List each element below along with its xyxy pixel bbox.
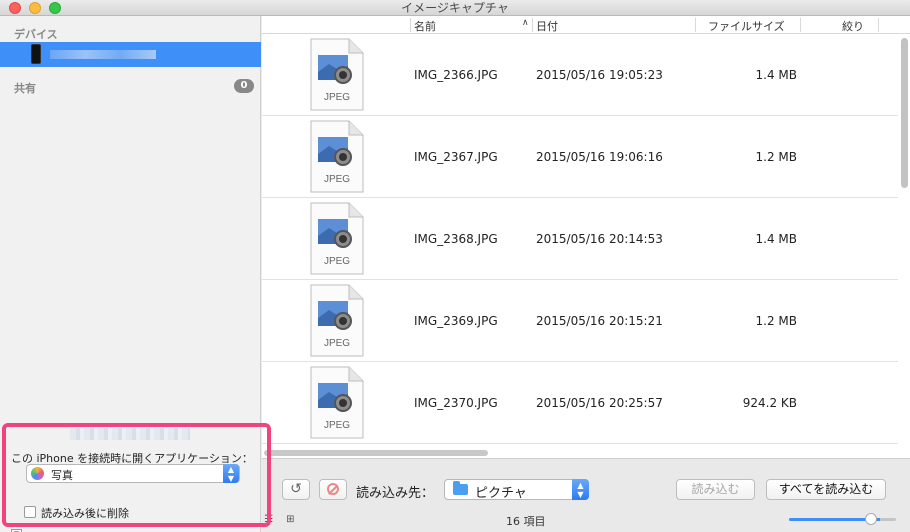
photos-app-icon [31,467,44,480]
jpeg-file-icon: JPEG [310,202,364,275]
import-destination-value: ピクチャ [475,486,527,501]
file-date: 2015/05/16 20:14:53 [536,232,663,246]
file-name: IMG_2370.JPG [414,396,498,410]
column-size[interactable]: ファイルサイズ [708,18,785,34]
delete-after-import-label: 読み込み後に削除 [41,507,129,520]
import-button[interactable]: 読み込む [676,479,755,500]
file-size: 1.2 MB [755,150,797,164]
open-app-select[interactable]: 写真 ▲ ▼ [26,464,240,483]
file-rows: JPEG IMG_2366.JPG 2015/05/16 19:05:23 1.… [262,34,898,444]
jpeg-file-icon: JPEG [310,284,364,357]
delete-after-import-checkbox[interactable] [24,506,36,518]
table-row[interactable]: JPEG IMG_2368.JPG 2015/05/16 20:14:53 1.… [262,198,898,280]
delete-icon [327,483,339,495]
shared-count-badge: 0 [234,79,254,93]
horizontal-scrollbar[interactable] [264,450,488,456]
redacted-text [70,428,190,440]
item-count: 16 項目 [506,515,546,528]
sort-ascending-icon: ∧ [522,18,529,28]
file-size: 1.2 MB [755,314,797,328]
table-header: 名前 ∧ 日付 ファイルサイズ 絞り [262,16,910,34]
rotate-button[interactable]: ↺ [282,479,310,500]
sidebar: デバイス 共有 0 この iPhone を接続時に開くアプリケーション： 写真 … [0,16,261,532]
column-date[interactable]: 日付 [536,18,558,34]
svg-text:JPEG: JPEG [324,174,350,185]
view-mode-toggle[interactable]: ☷ ⊞ [264,514,300,525]
file-name: IMG_2366.JPG [414,68,498,82]
rotate-icon: ↺ [290,481,302,497]
table-row[interactable]: JPEG IMG_2367.JPG 2015/05/16 19:06:16 1.… [262,116,898,198]
device-options-panel: この iPhone を接続時に開くアプリケーション： 写真 ▲ ▼ 読み込み後に削… [0,421,261,532]
folder-icon [453,481,468,495]
file-size: 1.4 MB [755,68,797,82]
device-name-redacted [50,50,156,59]
thumbnail-size-slider[interactable] [789,518,896,521]
import-destination-select[interactable]: ピクチャ ▲ ▼ [444,479,589,501]
table-row[interactable]: JPEG IMG_2369.JPG 2015/05/16 20:15:21 1.… [262,280,898,362]
svg-text:JPEG: JPEG [324,256,350,267]
thumbnail-size-slider-thumb[interactable] [865,513,877,525]
svg-text:JPEG: JPEG [324,420,350,431]
table-row[interactable]: JPEG IMG_2366.JPG 2015/05/16 19:05:23 1.… [262,34,898,116]
svg-text:JPEG: JPEG [324,338,350,349]
window-title: イメージキャプチャ [401,1,509,15]
file-table: 名前 ∧ 日付 ファイルサイズ 絞り JPEG IMG_2366.JPG 201… [262,16,910,458]
jpeg-file-icon: JPEG [310,366,364,439]
file-date: 2015/05/16 19:06:16 [536,150,663,164]
shared-heading: 共有 [14,82,36,95]
sidebar-item-iphone[interactable] [0,42,261,67]
jpeg-file-icon: JPEG [310,38,364,111]
table-row[interactable]: JPEG IMG_2370.JPG 2015/05/16 20:25:57 92… [262,362,898,444]
file-size: 1.4 MB [755,232,797,246]
import-to-label: 読み込み先： [356,486,435,501]
chevron-up-down-icon: ▲ ▼ [572,479,589,500]
file-name: IMG_2368.JPG [414,232,498,246]
vertical-scrollbar[interactable] [901,38,908,188]
chevron-up-down-icon: ▲ ▼ [223,464,239,483]
file-date: 2015/05/16 20:15:21 [536,314,663,328]
column-name[interactable]: 名前 [414,18,436,34]
svg-text:JPEG: JPEG [324,92,350,103]
import-all-button[interactable]: すべてを読み込む [766,479,886,500]
file-size: 924.2 KB [742,396,797,410]
file-name: IMG_2369.JPG [414,314,498,328]
devices-heading: デバイス [14,28,58,41]
open-app-value: 写真 [51,469,73,482]
bottom-toolbar: ↺ 読み込み先： ピクチャ ▲ ▼ 読み込む すべてを読み込む ☷ ⊞ 16 項目 [262,458,910,532]
file-date: 2015/05/16 20:25:57 [536,396,663,410]
file-date: 2015/05/16 19:05:23 [536,68,663,82]
file-name: IMG_2367.JPG [414,150,498,164]
delete-button[interactable] [319,479,347,500]
phone-icon [31,44,41,64]
title-bar: イメージキャプチャ [0,0,910,16]
column-aperture[interactable]: 絞り [842,18,864,34]
jpeg-file-icon: JPEG [310,120,364,193]
